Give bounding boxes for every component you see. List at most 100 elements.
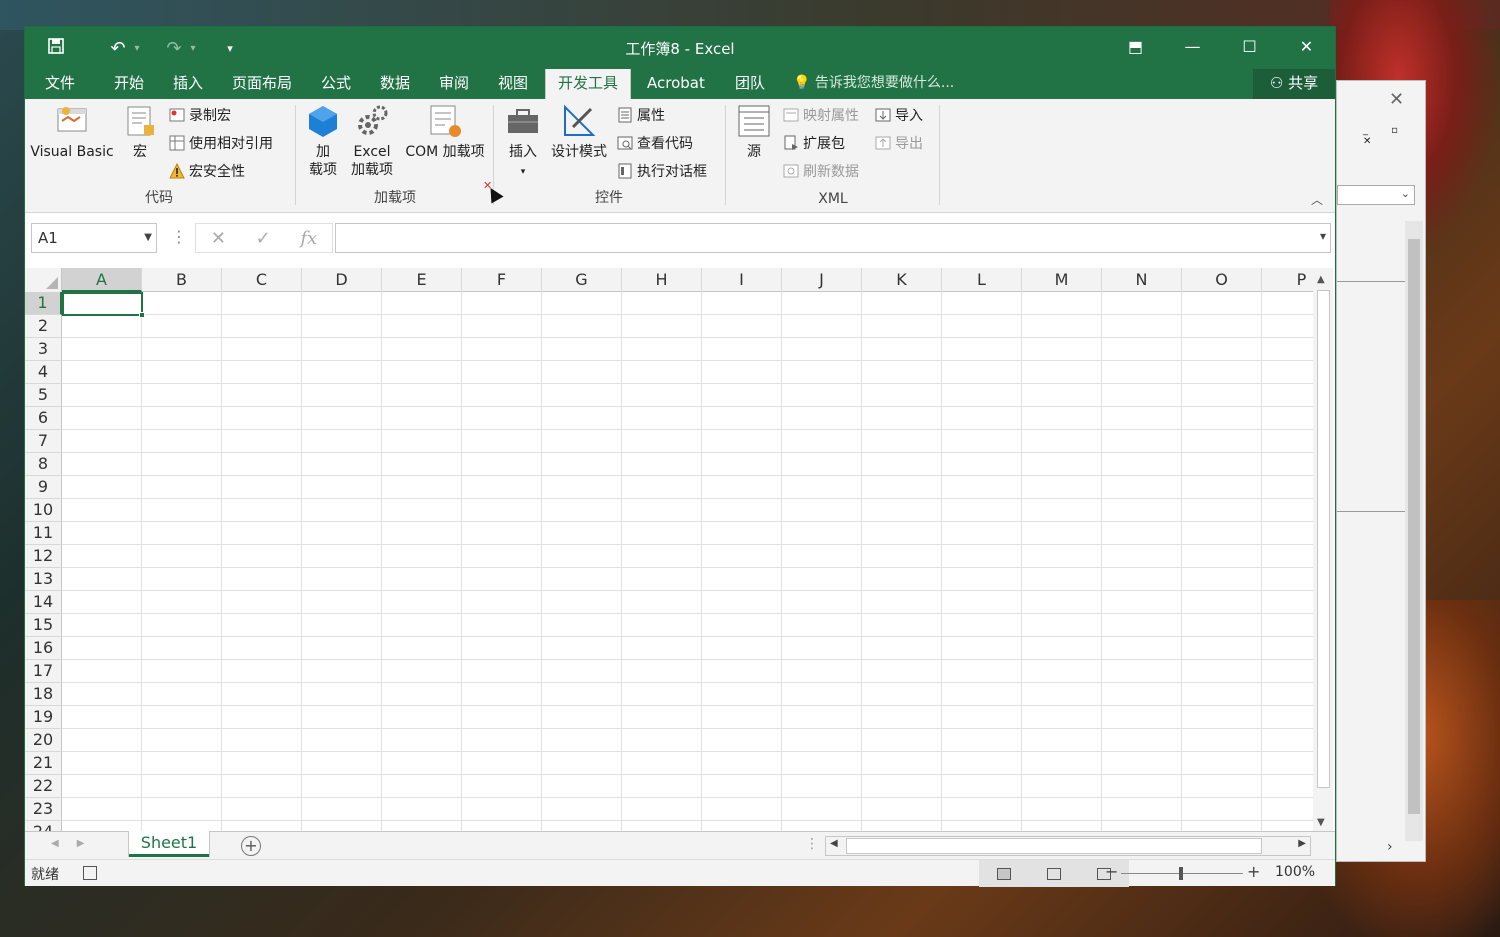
formula-bar-grip-icon[interactable]: ⋮ (171, 227, 187, 246)
tab-team[interactable]: 团队 (723, 69, 777, 99)
column-header[interactable]: N (1102, 268, 1182, 292)
minimize-icon[interactable]: — (1164, 27, 1221, 67)
refresh-data-button[interactable]: 刷新数据 (783, 161, 859, 183)
addins-button[interactable]: 加 载项 (301, 103, 345, 179)
row-header[interactable]: 22 (25, 775, 62, 798)
row-header[interactable]: 10 (25, 499, 62, 522)
page-layout-view-icon[interactable] (1047, 867, 1061, 880)
row-header[interactable]: 2 (25, 315, 62, 338)
maximize-icon[interactable]: ☐ (1221, 27, 1278, 67)
zoom-in-icon[interactable]: + (1247, 862, 1260, 881)
column-header[interactable]: K (862, 268, 942, 292)
background-window[interactable]: ✕ _ ▫ ✕ ⌄ › (1336, 80, 1426, 862)
scroll-up-icon[interactable]: ▲ (1317, 274, 1325, 285)
excel-addins-button[interactable]: Excel 加载项 (347, 103, 397, 179)
splitter-grip-icon[interactable]: ⋮ (805, 836, 819, 852)
select-all-button[interactable] (25, 268, 62, 292)
macros-button[interactable]: 宏 (117, 103, 163, 161)
column-header[interactable]: B (142, 268, 222, 292)
row-header[interactable]: 1 (25, 292, 62, 315)
close-icon[interactable]: ✕ (1389, 89, 1404, 110)
macro-security-button[interactable]: 宏安全性 (169, 161, 245, 183)
row-header[interactable]: 21 (25, 752, 62, 775)
tab-home[interactable]: 开始 (102, 69, 156, 99)
tab-page-layout[interactable]: 页面布局 (220, 69, 304, 99)
row-header[interactable]: 23 (25, 798, 62, 821)
share-button[interactable]: ⚇ 共享 (1253, 69, 1335, 99)
xml-source-button[interactable]: 源 (733, 103, 775, 161)
tab-insert[interactable]: 插入 (161, 69, 215, 99)
vertical-scrollbar[interactable] (1405, 221, 1423, 841)
row-header[interactable]: 4 (25, 361, 62, 384)
row-header[interactable]: 3 (25, 338, 62, 361)
insert-control-button[interactable]: 插入 ▾ (501, 103, 545, 181)
com-addins-button[interactable]: COM 加载项 (399, 103, 491, 161)
tell-me-search[interactable]: 💡 告诉我您想要做什么... (793, 69, 954, 97)
scrollbar-thumb[interactable] (846, 838, 1262, 854)
map-properties-button[interactable]: 映射属性 (783, 105, 859, 127)
row-header[interactable]: 13 (25, 568, 62, 591)
sheet-nav-arrows[interactable]: ◀▶ (51, 838, 102, 849)
enter-icon[interactable]: ✓ (256, 228, 271, 249)
column-header[interactable]: F (462, 268, 542, 292)
macro-recording-icon[interactable] (83, 866, 97, 880)
row-header[interactable]: 16 (25, 637, 62, 660)
expansion-packs-button[interactable]: 扩展包 (783, 133, 845, 155)
row-header[interactable]: 20 (25, 729, 62, 752)
cells-area[interactable] (62, 292, 1313, 832)
chevron-right-icon[interactable]: › (1387, 839, 1393, 855)
column-header[interactable]: M (1022, 268, 1102, 292)
row-header[interactable]: 5 (25, 384, 62, 407)
cancel-icon[interactable]: ✕ (211, 228, 226, 249)
tab-formulas[interactable]: 公式 (309, 69, 363, 99)
scroll-left-icon[interactable]: ◀ (830, 838, 838, 849)
row-header[interactable]: 19 (25, 706, 62, 729)
window-controls[interactable]: _ ▫ ✕ (1363, 125, 1425, 147)
tab-acrobat[interactable]: Acrobat (635, 69, 717, 99)
import-button[interactable]: 导入 (875, 105, 923, 127)
add-sheet-button[interactable]: + (241, 836, 261, 856)
column-header[interactable]: O (1182, 268, 1262, 292)
row-header[interactable]: 9 (25, 476, 62, 499)
relative-reference-button[interactable]: 使用相对引用 (169, 133, 273, 155)
horizontal-scrollbar[interactable]: ◀ ▶ (825, 836, 1311, 856)
vertical-scrollbar[interactable]: ▲ ▼ (1313, 268, 1333, 832)
visual-basic-button[interactable]: Visual Basic (29, 103, 115, 161)
expand-formula-bar-icon[interactable]: ▾ (1320, 229, 1326, 243)
tab-developer[interactable]: 开发工具 (545, 69, 632, 99)
row-header[interactable]: 8 (25, 453, 62, 476)
design-mode-button[interactable]: 设计模式 (547, 103, 611, 161)
row-header[interactable]: 7 (25, 430, 62, 453)
row-header[interactable]: 11 (25, 522, 62, 545)
row-header[interactable]: 17 (25, 660, 62, 683)
column-header[interactable]: P (1262, 268, 1313, 292)
tab-data[interactable]: 数据 (368, 69, 422, 99)
row-header[interactable]: 14 (25, 591, 62, 614)
sheet-tab[interactable]: Sheet1 (129, 831, 209, 857)
properties-button[interactable]: 属性 (617, 105, 665, 127)
insert-function-icon[interactable]: fx (300, 228, 317, 249)
scroll-right-icon[interactable]: ▶ (1298, 838, 1306, 849)
column-header[interactable]: E (382, 268, 462, 292)
ribbon-display-icon[interactable]: ⬒ (1107, 27, 1164, 67)
collapse-ribbon-icon[interactable]: ︿ (1311, 191, 1323, 208)
dropdown[interactable]: ⌄ (1337, 185, 1415, 205)
column-header[interactable]: G (542, 268, 622, 292)
zoom-out-icon[interactable]: − (1105, 862, 1118, 881)
zoom-slider-knob[interactable] (1179, 867, 1183, 880)
formula-input[interactable]: ▾ (335, 223, 1331, 253)
run-dialog-button[interactable]: 执行对话框 (617, 161, 707, 183)
tab-view[interactable]: 视图 (486, 69, 540, 99)
normal-view-icon[interactable] (997, 867, 1011, 880)
column-header[interactable]: A (62, 268, 142, 292)
row-header[interactable]: 15 (25, 614, 62, 637)
active-cell[interactable] (62, 292, 145, 318)
record-macro-button[interactable]: 录制宏 (169, 105, 231, 127)
row-header[interactable]: 12 (25, 545, 62, 568)
export-button[interactable]: 导出 (875, 133, 923, 155)
zoom-level[interactable]: 100% (1275, 864, 1315, 880)
name-box[interactable]: A1 ▼ (31, 223, 157, 253)
view-code-button[interactable]: 查看代码 (617, 133, 693, 155)
scrollbar-thumb[interactable] (1317, 290, 1330, 788)
column-header[interactable]: C (222, 268, 302, 292)
